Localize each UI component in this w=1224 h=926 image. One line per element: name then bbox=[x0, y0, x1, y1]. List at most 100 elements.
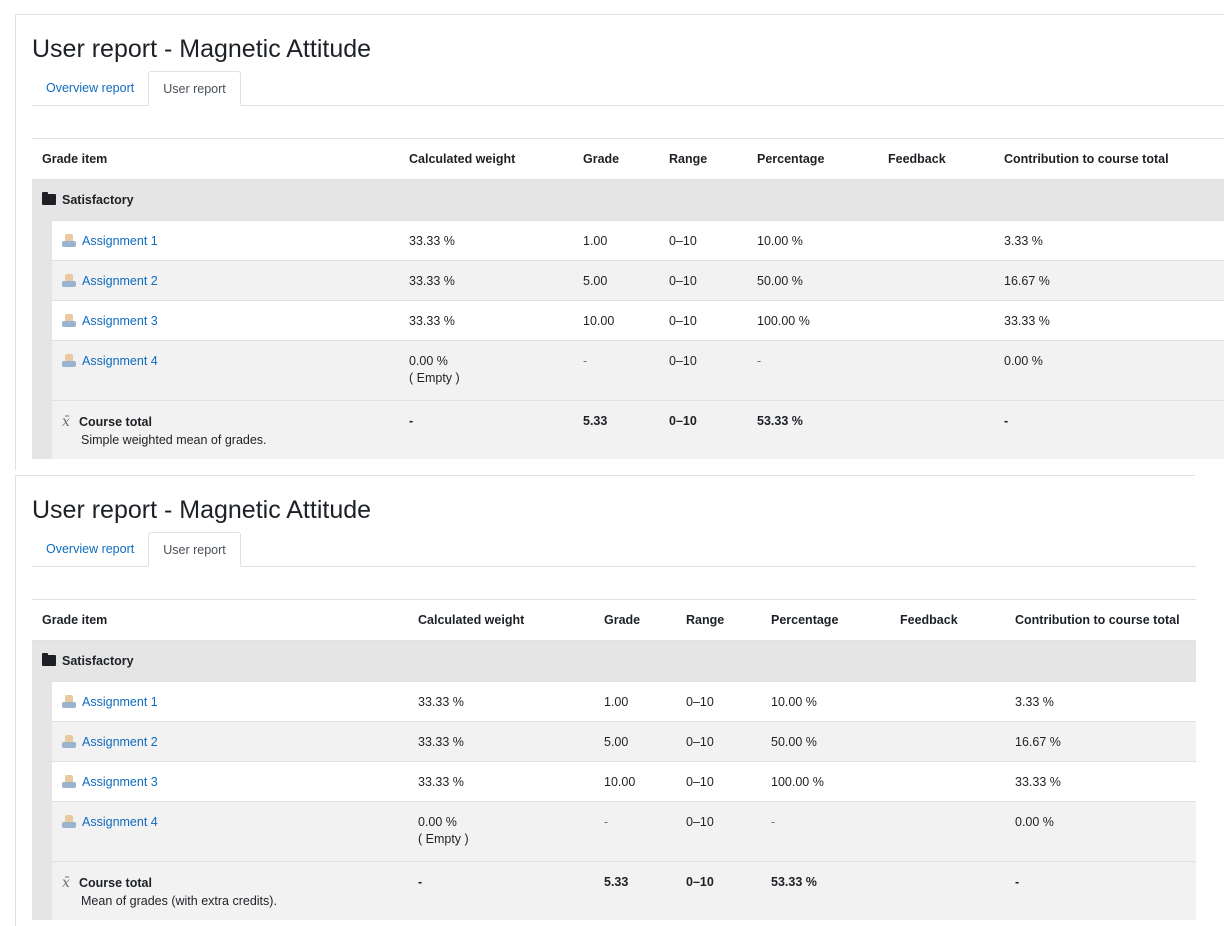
grade-item-cell: Assignment 3 bbox=[52, 761, 408, 802]
col-header-percentage: Percentage bbox=[761, 599, 890, 641]
col-header-range: Range bbox=[659, 138, 747, 180]
weight-cell: 33.33 % bbox=[408, 681, 594, 722]
feedback-cell bbox=[890, 801, 1005, 862]
contribution-cell: 0.00 % bbox=[1005, 801, 1196, 862]
total-feedback-cell bbox=[878, 400, 994, 459]
total-contribution-cell: - bbox=[994, 400, 1224, 459]
total-percentage-cell: 53.33 % bbox=[747, 400, 878, 459]
grade-cell: - bbox=[573, 340, 659, 401]
grade-item-cell: Assignment 1 bbox=[52, 220, 399, 261]
assignment-name: Assignment 1 bbox=[82, 695, 158, 709]
range-cell: 0–10 bbox=[676, 761, 761, 802]
table-header-row: Grade item Calculated weight Grade Range… bbox=[32, 599, 1196, 641]
feedback-cell bbox=[878, 220, 994, 261]
feedback-cell bbox=[890, 761, 1005, 802]
grade-cell: 10.00 bbox=[594, 761, 676, 802]
indent-spacer bbox=[32, 340, 52, 401]
col-header-feedback: Feedback bbox=[878, 138, 994, 180]
mean-icon: x̄ bbox=[62, 414, 70, 430]
table-row: Assignment 2 33.33 % 5.00 0–10 50.00 % 1… bbox=[32, 721, 1196, 762]
tab-user-report[interactable]: User report bbox=[148, 532, 241, 567]
tab-overview-report[interactable]: Overview report bbox=[32, 71, 148, 105]
aggregation-note: Mean of grades (with extra credits). bbox=[81, 894, 277, 908]
grade-cell: 1.00 bbox=[573, 220, 659, 261]
assignment-name: Assignment 2 bbox=[82, 735, 158, 749]
assignment-link[interactable]: Assignment 2 bbox=[62, 735, 158, 749]
course-total-row: x̄ Course total Simple weighted mean of g… bbox=[32, 400, 1224, 459]
total-range-cell: 0–10 bbox=[676, 861, 761, 920]
tab-overview-report[interactable]: Overview report bbox=[32, 532, 148, 566]
assignment-link[interactable]: Assignment 4 bbox=[62, 815, 158, 829]
grade-cell: 5.00 bbox=[573, 260, 659, 301]
range-cell: 0–10 bbox=[676, 801, 761, 862]
weight-cell: 0.00 % ( Empty ) bbox=[399, 340, 573, 401]
grade-cell: 1.00 bbox=[594, 681, 676, 722]
col-header-grade: Grade bbox=[594, 599, 676, 641]
tab-user-report[interactable]: User report bbox=[148, 71, 241, 106]
col-header-percentage: Percentage bbox=[747, 138, 878, 180]
indent-spacer bbox=[32, 761, 52, 802]
folder-icon bbox=[42, 192, 56, 205]
page-title: User report - Magnetic Attitude bbox=[32, 496, 372, 524]
assignment-name: Assignment 3 bbox=[82, 314, 158, 328]
total-range-cell: 0–10 bbox=[659, 400, 747, 459]
total-feedback-cell bbox=[890, 861, 1005, 920]
total-percentage-cell: 53.33 % bbox=[761, 861, 890, 920]
assignment-icon bbox=[62, 354, 76, 367]
aggregation-note: Simple weighted mean of grades. bbox=[81, 433, 267, 447]
percentage-cell: - bbox=[761, 801, 890, 862]
user-grade-table: Grade item Calculated weight Grade Range… bbox=[32, 599, 1196, 920]
assignment-link[interactable]: Assignment 1 bbox=[62, 695, 158, 709]
category-row: Satisfactory bbox=[32, 640, 1196, 682]
assignment-name: Assignment 1 bbox=[82, 234, 158, 248]
indent-spacer bbox=[32, 801, 52, 862]
total-weight-cell: - bbox=[399, 400, 573, 459]
page-title: User report - Magnetic Attitude bbox=[32, 35, 372, 63]
contribution-cell: 16.67 % bbox=[1005, 721, 1196, 762]
col-header-calculated-weight: Calculated weight bbox=[408, 599, 594, 641]
percentage-cell: 100.00 % bbox=[747, 300, 878, 341]
range-cell: 0–10 bbox=[676, 721, 761, 762]
feedback-cell bbox=[878, 300, 994, 341]
contribution-cell: 3.33 % bbox=[994, 220, 1224, 261]
indent-spacer bbox=[32, 220, 52, 261]
course-total-row: x̄ Course total Mean of grades (with extr… bbox=[32, 861, 1196, 920]
feedback-cell bbox=[878, 260, 994, 301]
course-total-label: Course total bbox=[79, 876, 152, 890]
course-total-cell: x̄ Course total Mean of grades (with extr… bbox=[52, 861, 408, 920]
indent-spacer bbox=[32, 400, 52, 459]
contribution-cell: 0.00 % bbox=[994, 340, 1224, 401]
col-header-range: Range bbox=[676, 599, 761, 641]
assignment-link[interactable]: Assignment 3 bbox=[62, 775, 158, 789]
feedback-cell bbox=[890, 681, 1005, 722]
course-total-label: Course total bbox=[79, 415, 152, 429]
assignment-icon bbox=[62, 775, 76, 788]
weight-value: 0.00 % bbox=[418, 815, 457, 829]
table-header-row: Grade item Calculated weight Grade Range… bbox=[32, 138, 1224, 180]
table-row: Assignment 1 33.33 % 1.00 0–10 10.00 % 3… bbox=[32, 681, 1196, 722]
range-cell: 0–10 bbox=[659, 220, 747, 261]
assignment-link[interactable]: Assignment 3 bbox=[62, 314, 158, 328]
assignment-name: Assignment 2 bbox=[82, 274, 158, 288]
user-grade-table: Grade item Calculated weight Grade Range… bbox=[32, 138, 1224, 459]
grade-item-cell: Assignment 2 bbox=[52, 260, 399, 301]
assignment-link[interactable]: Assignment 1 bbox=[62, 234, 158, 248]
weight-cell: 33.33 % bbox=[399, 300, 573, 341]
assignment-icon bbox=[62, 234, 76, 247]
assignment-icon bbox=[62, 274, 76, 287]
table-row: Assignment 3 33.33 % 10.00 0–10 100.00 %… bbox=[32, 300, 1224, 341]
grade-item-cell: Assignment 4 bbox=[52, 801, 408, 862]
percentage-cell: 50.00 % bbox=[761, 721, 890, 762]
assignment-name: Assignment 3 bbox=[82, 775, 158, 789]
category-name: Satisfactory bbox=[62, 654, 134, 668]
contribution-cell: 33.33 % bbox=[1005, 761, 1196, 802]
assignment-link[interactable]: Assignment 4 bbox=[62, 354, 158, 368]
col-header-feedback: Feedback bbox=[890, 599, 1005, 641]
col-header-grade: Grade bbox=[573, 138, 659, 180]
range-cell: 0–10 bbox=[659, 260, 747, 301]
contribution-cell: 3.33 % bbox=[1005, 681, 1196, 722]
table-row: Assignment 4 0.00 % ( Empty ) - 0–10 - 0.… bbox=[32, 340, 1224, 401]
total-grade-cell: 5.33 bbox=[573, 400, 659, 459]
assignment-link[interactable]: Assignment 2 bbox=[62, 274, 158, 288]
category-cell: Satisfactory bbox=[32, 640, 1196, 682]
